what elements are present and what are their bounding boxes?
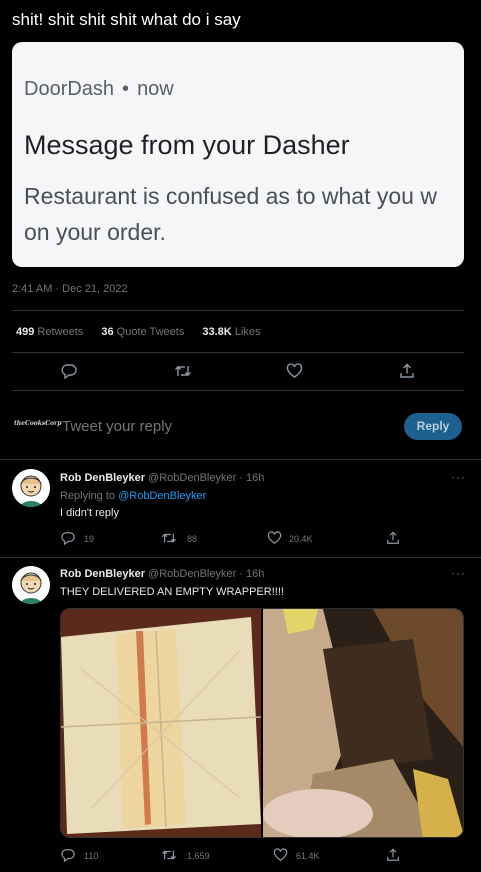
notification-title: Message from your Dasher [24,130,350,160]
retweet-icon[interactable] [161,848,177,862]
retweet-count: 1,659 [187,851,210,861]
reply-button[interactable]: Reply [404,413,462,440]
retweet-icon[interactable] [161,531,177,545]
author-handle[interactable]: @RobDenBleyker · 16h [148,472,264,484]
reply-count: 110 [84,851,99,861]
reply-header: Rob DenBleyker @RobDenBleyker · 16h [60,568,264,580]
notification-screenshot[interactable]: DoorDash • now Message from your Dasher Re… [12,42,464,267]
replying-to: Replying to @RobDenBleyker [60,490,207,502]
like-count: 20.4K [289,534,313,544]
retweet-icon[interactable] [174,363,192,379]
notification-body: Restaurant is confused as to what you w … [24,178,464,250]
divider [12,352,464,353]
retweets-stat[interactable]: 499 Retweets [16,326,83,338]
reply-input[interactable]: Tweet your reply [62,418,172,435]
notification-body-line-1: Restaurant is confused as to what you w [24,183,437,209]
share-icon[interactable] [386,531,400,545]
wrapper-photo[interactable] [61,609,262,837]
share-icon[interactable] [386,848,400,862]
reply-count: 19 [84,534,95,544]
tweet-timestamp[interactable]: 2:41 AM · Dec 21, 2022 [12,283,128,295]
user-avatar[interactable]: theCooksCorp [14,420,61,427]
divider [12,390,464,391]
divider [0,459,481,460]
tweet-text: shit! shit shit shit what do i say [12,10,241,29]
quote-tweets-stat[interactable]: 36 Quote Tweets [101,326,184,338]
author-handle[interactable]: @RobDenBleyker · 16h [148,568,264,580]
share-icon[interactable] [399,363,415,379]
more-icon[interactable]: ··· [451,470,466,484]
notification-body-line-2: on your order. [24,219,166,245]
tweet-stats: 499 Retweets 36 Quote Tweets 33.8K Likes [16,326,261,338]
divider [0,557,481,558]
reply-text: THEY DELIVERED AN EMPTY WRAPPER!!!! [60,586,284,598]
mention-link[interactable]: @RobDenBleyker [118,490,206,502]
notification-app-name: DoorDash [24,78,115,100]
likes-stat[interactable]: 33.8K Likes [202,326,260,338]
avatar[interactable] [12,566,50,604]
reply-text: I didn't reply [60,507,119,519]
retweet-count: 88 [187,534,198,544]
reply-icon[interactable] [61,363,77,379]
heart-icon[interactable] [267,531,282,545]
heart-icon[interactable] [273,848,288,862]
reply-composer: theCooksCorp Tweet your reply Reply [0,405,481,447]
reply-icon[interactable] [61,848,75,862]
tweet-actions [0,362,481,382]
avatar[interactable] [12,469,50,507]
notification-dot: • [122,78,130,100]
author-name[interactable]: Rob DenBleyker [60,472,145,484]
notification-time: now [137,78,174,100]
notification-header: DoorDash • now [24,78,174,101]
like-count: 61.4K [296,851,320,861]
author-name[interactable]: Rob DenBleyker [60,568,145,580]
photo-grid[interactable] [60,608,464,838]
divider [12,310,464,311]
reply-actions: 110 1,659 61.4K [0,848,481,864]
bag-photo[interactable] [263,609,463,837]
reply-icon[interactable] [61,531,75,545]
heart-icon[interactable] [286,363,303,379]
more-icon[interactable]: ··· [451,566,466,580]
reply-header: Rob DenBleyker @RobDenBleyker · 16h [60,472,264,484]
reply-actions: 19 88 20.4K [0,531,481,547]
